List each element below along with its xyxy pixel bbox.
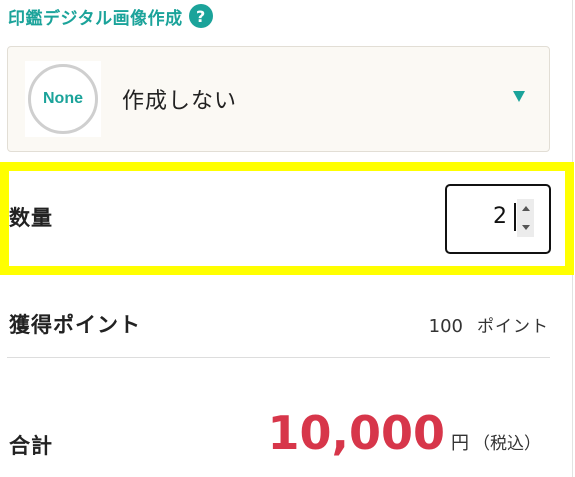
tax-note: （税込） — [473, 434, 541, 454]
seal-image-select[interactable]: None 作成しない — [7, 46, 550, 152]
currency-label: 円 — [451, 433, 469, 454]
selected-option-label: 作成しない — [122, 89, 238, 114]
spinner-down-button[interactable] — [517, 218, 534, 237]
chevron-up-icon — [521, 206, 530, 211]
option-thumbnail: None — [25, 61, 101, 137]
page: 印鑑デジタル画像作成 ? None 作成しない 数量 2 獲得ポイント 100 … — [0, 0, 575, 477]
spinner-up-button[interactable] — [517, 199, 534, 218]
points-value-group: 100 ポイント — [429, 312, 549, 337]
points-value: 100 — [428, 316, 463, 337]
points-label: 獲得ポイント — [9, 313, 141, 337]
points-unit: ポイント — [477, 317, 549, 337]
total-amount: 10,000 — [267, 406, 445, 460]
section-header: 印鑑デジタル画像作成 ? — [8, 2, 213, 30]
divider — [7, 357, 550, 358]
triangle-down-icon[interactable] — [513, 91, 525, 102]
total-price: 10,000 円 （税込） — [267, 406, 541, 460]
chevron-down-icon — [521, 225, 530, 230]
quantity-value[interactable]: 2 — [493, 204, 507, 229]
none-badge: None — [28, 64, 98, 134]
text-cursor — [514, 203, 516, 231]
quantity-spinner[interactable] — [517, 199, 534, 237]
help-icon[interactable]: ? — [188, 4, 213, 28]
section-title: 印鑑デジタル画像作成 — [8, 8, 183, 29]
total-label: 合計 — [9, 434, 53, 458]
quantity-label: 数量 — [9, 206, 53, 230]
quantity-stepper[interactable]: 2 — [445, 184, 551, 254]
